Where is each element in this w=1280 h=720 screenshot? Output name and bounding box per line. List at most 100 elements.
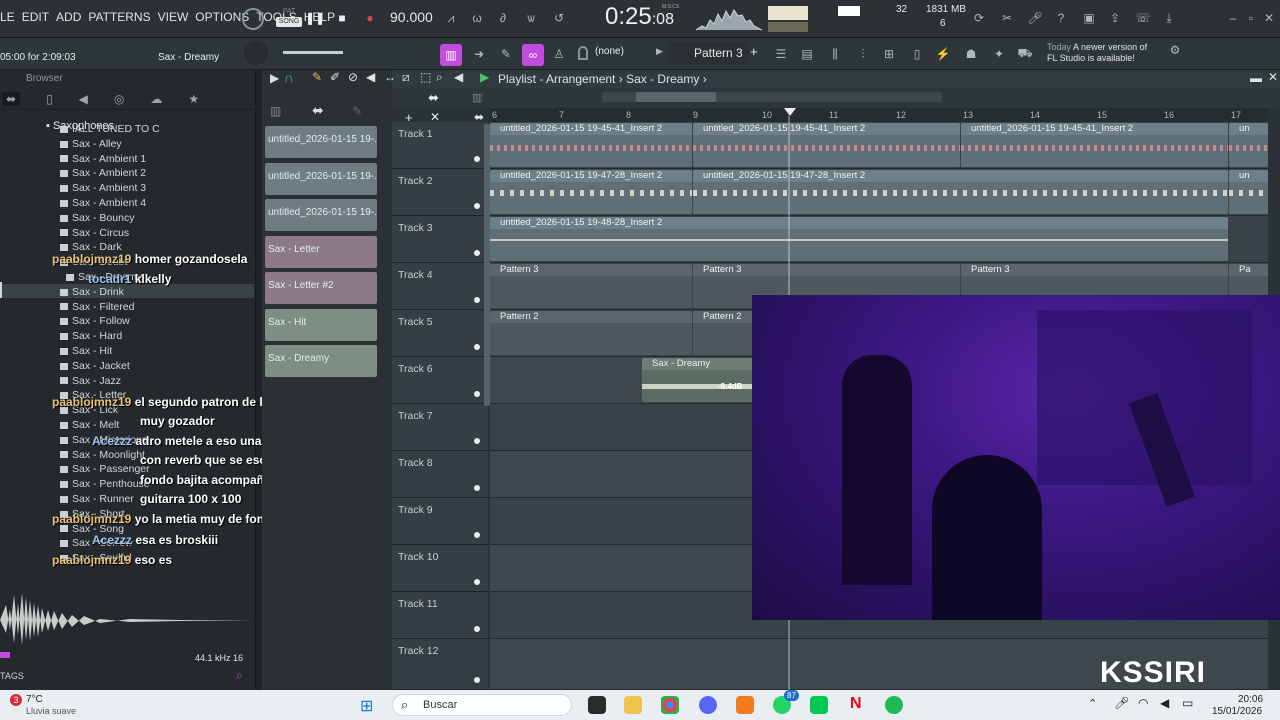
track-header[interactable]: Track 5 [392,310,488,357]
picker-pencil-icon[interactable]: ✎ [352,104,362,118]
browser-speaker-icon[interactable]: ◀ [79,92,88,106]
stop-icon[interactable]: ■ [333,9,351,27]
picker-item[interactable]: untitled_2026-01-15 19-... [265,126,377,158]
track-enable-dot[interactable] [474,156,480,162]
slip-tool-icon[interactable]: ↔ [384,70,396,84]
menu-edit[interactable]: EDIT [22,10,49,24]
track-header[interactable]: Track 10 [392,545,488,592]
track-enable-dot[interactable] [474,344,480,350]
plug-icon[interactable]: ⚡ [934,45,952,63]
channel-rack-icon[interactable]: ▤ [798,45,816,63]
picker-item[interactable]: Sax - Hit [265,309,377,341]
track-header[interactable]: Track 2 [392,169,488,216]
minimize-icon[interactable]: – [1224,9,1242,27]
update-icon[interactable]: ⚙ [1166,41,1184,59]
tempo-display[interactable]: 90.000 [390,9,433,25]
list-item[interactable]: Sax - Hard [50,329,250,344]
list-item[interactable]: Sax - Jacket [50,359,250,374]
snap-select[interactable]: (none) [595,46,624,57]
taskbar-search[interactable]: ⌕ Buscar [392,694,572,716]
track-enable-dot[interactable] [474,579,480,585]
list-item[interactable]: Sax - Ambient 1 [50,152,250,167]
audio-clip[interactable]: untitled_2026-01-15 19-45-41_Insert 2 [961,123,1228,167]
track-header[interactable]: Track 4 [392,263,488,310]
list-item[interactable]: Sax - Drink [50,285,250,300]
browser-cloud-icon[interactable]: ☁ [150,92,162,106]
audio-clip[interactable]: untitled_2026-01-15 19-45-41_Insert 2 [490,123,692,167]
track-enable-dot[interactable] [474,677,480,683]
picker-item[interactable]: Sax - Dreamy [265,345,377,377]
scrollbar-thumb[interactable] [636,92,716,102]
brush-tool-icon[interactable]: ✐ [330,70,340,84]
weather-temp[interactable]: 7°C [26,694,43,705]
tray-battery-icon[interactable]: ▭ [1182,696,1193,710]
track-header[interactable]: Track 6 [392,357,488,404]
picker-item[interactable]: untitled_2026-01-15 19-... [265,163,377,195]
vertical-scrollbar[interactable] [484,124,490,406]
delete-tool-icon[interactable]: ⊘ [348,70,358,84]
stamp2-icon[interactable]: ☗ [962,45,980,63]
playlist-arrows-icon[interactable]: ⬌ [428,90,439,106]
pattern-prev-icon[interactable]: ▶ [656,46,663,57]
track-enable-dot[interactable] [474,203,480,209]
track-enable-dot[interactable] [474,391,480,397]
mute-tool-icon[interactable]: ◀ [366,70,375,84]
app-icon[interactable] [810,696,828,714]
track-header[interactable]: Track 3 [392,216,488,263]
playlist-arrow-icon[interactable]: ▶ [480,70,489,84]
list-item[interactable]: Sax - Circus [50,226,250,241]
browser-globe-icon[interactable]: ◎ [114,92,124,106]
list-item[interactable]: Sax - Ambient 2 [50,166,250,181]
tools-icon[interactable]: ✂ [998,9,1016,27]
mixer-icon[interactable]: ⫼ [826,45,844,63]
countdown-icon[interactable]: ∂ [494,9,512,27]
picker-piano-icon[interactable]: ▥ [270,104,281,118]
stamp-icon[interactable]: ♙ [550,45,568,63]
picker-arrows-icon[interactable]: ⬌ [312,102,324,119]
wand-icon[interactable]: ✦ [990,45,1008,63]
tray-wifi-icon[interactable]: ◠ [1138,696,1148,710]
piano-roll-icon[interactable]: ▥ [440,44,462,66]
picker-item[interactable]: untitled_2026-01-15 19-... [265,199,377,231]
pencil-tool-icon[interactable]: ✎ [312,70,322,84]
track-enable-dot[interactable] [474,250,480,256]
timeline-ruler[interactable]: 6 7 8 9 10 11 12 13 14 15 16 17 [490,108,1268,122]
master-pitch-knob[interactable] [244,41,268,65]
playlist-piano-icon[interactable]: ▥ [472,91,482,104]
playlist-icon[interactable]: ☰ [772,45,790,63]
track-header[interactable]: Track 8 [392,451,488,498]
fl-studio-icon[interactable] [736,696,754,714]
help-icon[interactable]: ? [1052,9,1070,27]
track-lane[interactable]: untitled_2026-01-15 19-47-28_Insert 2 un… [490,169,1268,216]
playhead-marker-icon[interactable] [784,108,796,116]
news-panel[interactable]: Today A newer version of FL Studio is av… [1047,42,1147,64]
headphones-icon[interactable]: ∩ [284,70,293,85]
browser-files-icon[interactable]: ▯ [46,92,53,106]
playlist-close-icon[interactable]: ✕ [1268,70,1278,84]
audio-clip[interactable]: un [1229,170,1268,214]
wait-icon[interactable]: ω [468,9,486,27]
list-item[interactable]: Sax - Bouncy [50,211,250,226]
task-view-icon[interactable] [588,696,606,714]
track-header[interactable]: Track 9 [392,498,488,545]
zoom-tool-icon[interactable]: ⌕ [436,70,443,85]
file-icon[interactable]: ▯ [908,45,926,63]
close-icon[interactable]: ✕ [1260,9,1278,27]
audio-clip[interactable]: un [1229,123,1268,167]
pause-icon[interactable]: ❚❚ [305,9,325,27]
chrome-icon[interactable] [661,696,679,714]
track-header[interactable]: Track 1 [392,122,488,169]
sliders-icon[interactable]: ⫶ [854,45,872,63]
spotify-icon[interactable] [885,696,903,714]
refresh-icon[interactable]: ⟳ [970,9,988,27]
record-icon[interactable]: ● [361,9,379,27]
arrow-right-icon[interactable]: ➜ [470,45,488,63]
picker-item[interactable]: Sax - Letter #2 [265,272,377,304]
pattern-clip[interactable]: Pattern 2 [490,311,692,355]
clock-time[interactable]: 20:06 [1238,694,1263,705]
blend-icon[interactable]: ѡ [522,9,540,27]
pencil-icon[interactable]: ✎ [497,45,515,63]
clock-date[interactable]: 15/01/2026 [1212,706,1262,717]
pattern-clip[interactable]: Pattern 3 [490,264,692,308]
list-item[interactable]: Sax - Ambient 3 [50,181,250,196]
